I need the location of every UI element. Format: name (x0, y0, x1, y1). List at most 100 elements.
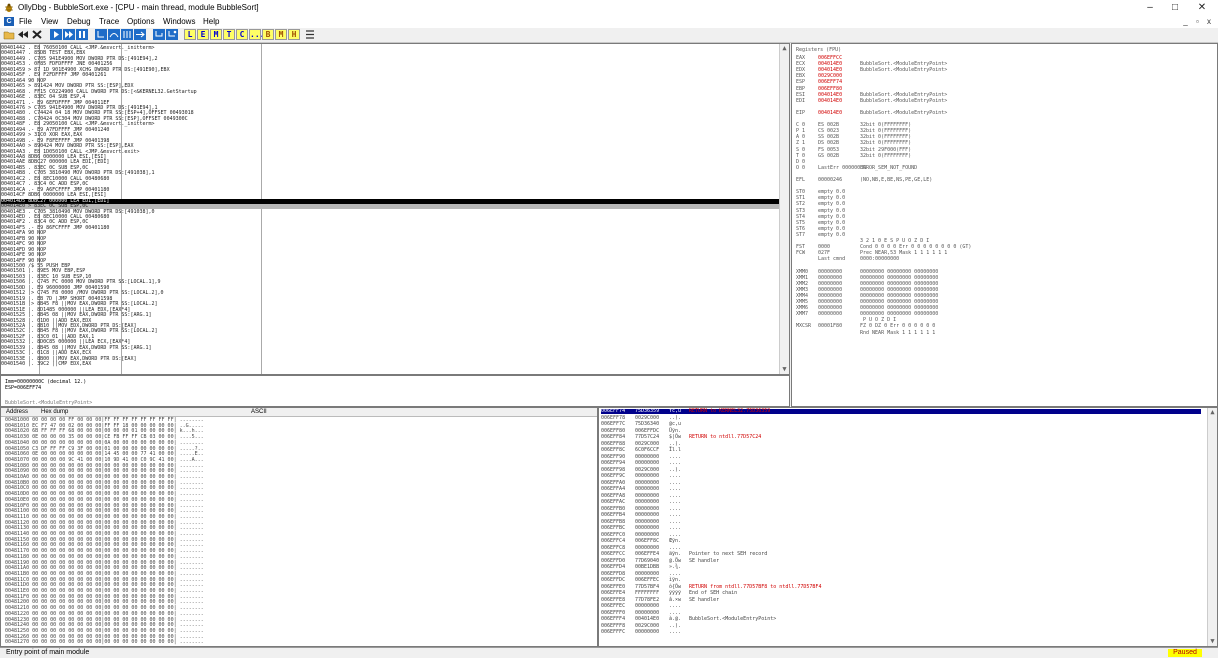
disasm-line[interactable]: 00401506 |. C745 FC 0000 MOV DWORD PTR S… (1, 280, 789, 285)
disasm-line[interactable]: 004014FB 90 NOP (1, 236, 789, 242)
dump-col-hex[interactable]: Hex dump (41, 408, 68, 416)
stack-row[interactable]: 006EFF78 0029C000..). (601, 415, 1201, 421)
register-line[interactable]: EBX 0029C000 (796, 73, 860, 79)
stack-row[interactable]: 006EFFA4 00000000.... (601, 487, 1201, 492)
hex-dump-pane[interactable]: Address Hex dump ASCII 00481000 00 00 00… (0, 407, 598, 647)
disasm-line[interactable]: 004014CA .- E9 A6FCFFFF JMP 00401180 (1, 187, 789, 193)
stack-row[interactable]: 006EFF80 006EFFDC Üÿn. (601, 428, 1201, 434)
stack-row[interactable]: 006EFFBC 00000000.... (601, 526, 1201, 531)
stack-row[interactable]: 006EFFD0 77D69040 @.Öw SE handler (601, 558, 1201, 564)
stack-row[interactable]: 006EFFA0 00000000.... (601, 480, 1201, 486)
register-line[interactable]: ST0 empty 0.0 (796, 189, 860, 195)
register-line[interactable]: XMM3 00000000 00000000 00000000 00000000 (796, 287, 938, 293)
disasm-line[interactable]: 00401459 > 87 1D 901E4900 XCHG DWORD PTR… (1, 67, 789, 73)
register-line[interactable]: ST4 empty 0.0 (796, 214, 860, 220)
register-line[interactable]: Rnd NEAR Mask 1 1 1 1 1 1 (796, 330, 935, 336)
disasm-line[interactable]: 00401525 |. 8B45 08 ||MOV EAX,DWORD PTR … (1, 313, 789, 318)
register-value[interactable]: 006EFF80 (818, 86, 860, 92)
stack-row[interactable]: 006EFFF0 00000000.... (601, 610, 1201, 616)
step-over-icon[interactable] (108, 29, 120, 40)
register-line[interactable]: XMM2 00000000 00000000 00000000 00000000 (796, 281, 938, 287)
disassembly-pane[interactable]: 00401442 . E8 76050100 CALL <JMP.&msvcrt… (0, 43, 790, 375)
register-line[interactable]: ESP 006EFF74 (796, 79, 860, 85)
stack-row[interactable]: 006EFF74 75D36359 Yc‚u RETURN to KERNEL32.7… (601, 409, 1201, 414)
register-line[interactable]: EDX 004014E0 BubbleSort.<ModuleEntryPoint> (796, 67, 947, 73)
register-value[interactable]: 00000000 (818, 275, 860, 281)
disasm-line[interactable]: 00401494 .- E9 A7FDFFFF JMP 00401240 (1, 127, 789, 133)
stack-row[interactable]: 006EFFB4 00000000.... (601, 513, 1201, 518)
stack-row[interactable]: 006EFFB8 00000000.... (601, 519, 1201, 525)
disasm-line[interactable]: 004014A3 . E8 1D050100 CALL <JMP.&msvcrt… (1, 149, 789, 155)
scroll-down-icon[interactable]: ▼ (780, 365, 789, 374)
disasm-line[interactable]: 00401540 |. 39C2 ||CMP EDX,EAX (1, 362, 789, 367)
register-value[interactable]: 006EFFCC (818, 55, 860, 61)
register-line[interactable]: FCW 027F Prec NEAR,53 Mask 1 1 1 1 1 1 (796, 250, 947, 256)
stack-row[interactable]: 006EFFB0 00000000.... (601, 506, 1201, 512)
register-value[interactable]: 00000000 (818, 287, 860, 293)
disasm-line[interactable]: 004014FF 90 NOP (1, 258, 789, 264)
scroll-down-icon[interactable]: ▼ (1208, 637, 1217, 646)
register-line[interactable]: EBP 006EFF80 (796, 86, 860, 92)
register-value[interactable]: 004014E0 (818, 98, 860, 104)
register-line[interactable]: ECX 004014E0 BubbleSort.<ModuleEntryPoint> (796, 61, 947, 67)
register-line[interactable]: Last cmnd 0000:00000000 (796, 256, 899, 262)
dump-row[interactable]: 00481270 00 00 00 00 00 00 00 00|00 00 0… (5, 640, 315, 645)
register-value[interactable]: empty 0.0 (818, 232, 860, 238)
register-line[interactable]: XMM7 00000000 00000000 00000000 00000000 (796, 311, 938, 317)
dump-col-address[interactable]: Address (6, 408, 28, 416)
register-line[interactable]: EDI 004014E0 BubbleSort.<ModuleEntryPoint> (796, 98, 947, 104)
search-results-button[interactable]: ... (249, 29, 264, 40)
register-value[interactable]: 00000246 (818, 177, 860, 183)
list-options-icon[interactable] (304, 29, 316, 40)
register-value[interactable]: 006EFF74 (818, 79, 860, 85)
scroll-up-icon[interactable]: ▲ (1208, 408, 1217, 417)
register-line[interactable]: ST6 empty 0.0 (796, 226, 860, 232)
register-line[interactable]: T 0 GS 002B 32bit 0(FFFFFFFF) (796, 153, 911, 159)
register-value[interactable]: 004014E0 (818, 110, 860, 116)
scroll-up-icon[interactable]: ▲ (780, 44, 789, 53)
register-line[interactable]: 3 2 1 0 E S P U O Z D I (796, 238, 929, 244)
disasm-line[interactable]: 00401539 |. 8B45 08 ||MOV EAX,DWORD PTR … (1, 345, 789, 351)
stack-row[interactable]: 006EFFEC 00000000.... (601, 604, 1201, 609)
register-value[interactable]: empty 0.0 (818, 201, 860, 207)
register-value[interactable]: Last cmnd (818, 256, 860, 262)
stack-row[interactable]: 006EFF8C 6C0F6CCF Ïl.l (601, 448, 1201, 453)
register-line[interactable]: XMM0 00000000 00000000 00000000 00000000 (796, 269, 938, 275)
memory-map-button[interactable]: M (210, 29, 222, 40)
stack-row[interactable]: 006EFFD4 00BE1DBB ».¾. (601, 565, 1201, 570)
register-line[interactable]: MXCSR 00001F80 FZ 0 DZ 0 Err 0 0 0 0 0 0 (796, 323, 935, 329)
disasm-line[interactable]: 004014ED . E8 8EC10000 CALL 00480680 (1, 214, 789, 220)
disasm-line[interactable]: 00401500 /$ 55 PUSH EBP (1, 264, 789, 269)
register-line[interactable]: P 1 CS 0023 32bit 0(FFFFFFFF) (796, 128, 911, 134)
register-value[interactable]: LastErr 000000B6 (818, 165, 866, 171)
disasm-line[interactable]: 004014C7 . 83C4 0C ADD ESP,0C (1, 182, 789, 187)
disasm-line[interactable]: 004014FE 90 NOP (1, 253, 789, 258)
threads-button[interactable]: T (223, 29, 235, 40)
disasm-line[interactable]: 004014F5 .- E9 86FCFFFF JMP 00401180 (1, 225, 789, 231)
register-line[interactable]: XMM1 00000000 00000000 00000000 00000000 (796, 275, 938, 281)
register-line[interactable] (796, 104, 860, 110)
menu-view[interactable]: View (41, 16, 58, 28)
disasm-line[interactable]: 00401468 . FF15 C0224900 CALL DWORD PTR … (1, 89, 789, 95)
disasm-line[interactable]: 004014A8 8DB6 0000000 LEA ESI,[ESI] (1, 155, 789, 160)
register-line[interactable]: ST3 empty 0.0 (796, 208, 860, 214)
register-value[interactable]: 00000000 (818, 293, 860, 299)
stack-row[interactable]: 006EFF7C 75D36340 @c‚u (601, 422, 1201, 427)
register-value[interactable]: 004014E0 (818, 67, 860, 73)
menu-help[interactable]: Help (203, 16, 219, 28)
stack-row[interactable]: 006EFFD8 00000000.... (601, 571, 1201, 577)
register-value[interactable]: 027F (818, 250, 860, 256)
menu-options[interactable]: Options (127, 16, 155, 28)
register-value[interactable]: 00000000 (818, 311, 860, 317)
stack-row[interactable]: 006EFF94 00000000.... (601, 461, 1201, 466)
menu-windows[interactable]: Windows (163, 16, 195, 28)
register-line[interactable]: P U O Z D I (796, 317, 896, 323)
register-line[interactable]: XMM4 00000000 00000000 00000000 00000000 (796, 293, 938, 299)
disasm-line[interactable]: 004014C2 . E8 8EC10000 CALL 00480680 (1, 176, 789, 182)
register-value[interactable]: empty 0.0 (818, 189, 860, 195)
register-line[interactable]: O 0 LastErr 000000B6ERROR_SEM_NOT_FOUND (796, 165, 917, 171)
register-value[interactable]: 0000 (818, 244, 860, 250)
register-line[interactable]: EIP 004014E0 BubbleSort.<ModuleEntryPoint> (796, 110, 947, 116)
register-line[interactable]: ST1 empty 0.0 (796, 195, 860, 201)
cpu-button[interactable]: C (236, 29, 248, 40)
